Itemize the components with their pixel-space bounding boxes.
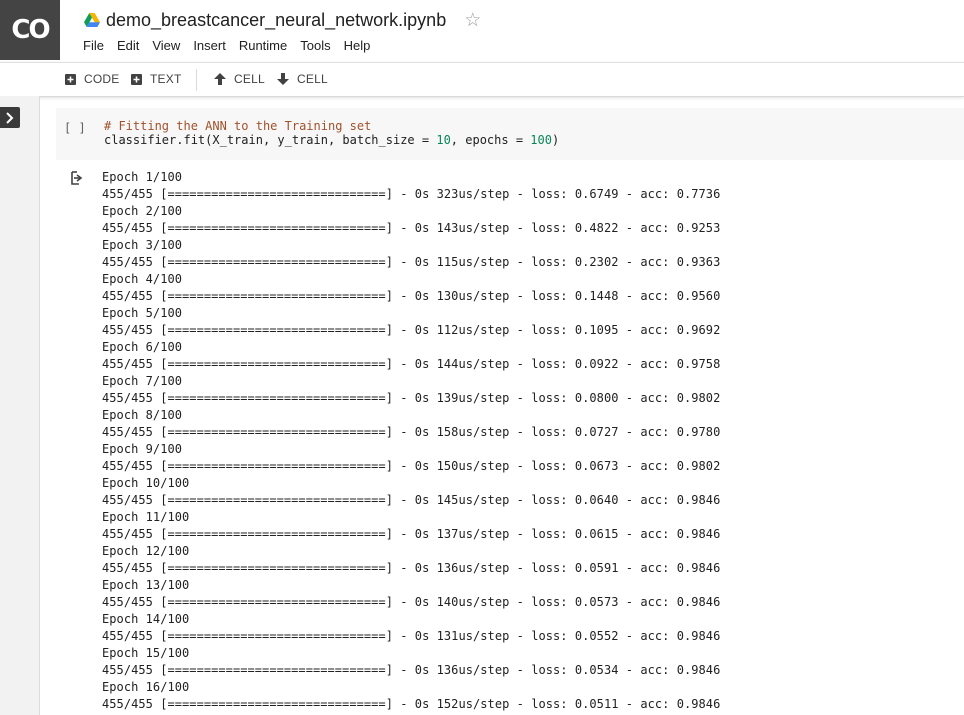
- epoch-header-line: Epoch 7/100: [102, 374, 183, 388]
- epoch-header-line: Epoch 1/100: [102, 170, 183, 184]
- epoch-header-line: Epoch 2/100: [102, 204, 183, 218]
- progress-line: 455/455 [==============================]…: [102, 527, 721, 541]
- run-cell-indicator[interactable]: [ ]: [64, 121, 86, 135]
- menu-insert[interactable]: Insert: [193, 38, 226, 56]
- add-code-label: CODE: [84, 72, 120, 86]
- top-bar: CO demo_breastcancer_neural_network.ipyn…: [0, 0, 964, 62]
- progress-line: 455/455 [==============================]…: [102, 357, 721, 371]
- arrow-up-icon: [214, 73, 226, 85]
- code-editor[interactable]: # Fitting the ANN to the Training set cla…: [104, 119, 559, 147]
- code-line: classifier.fit(X_train, y_train, batch_s…: [104, 133, 559, 147]
- code-prefix: classifier.fit(X_train, y_train, batch_s…: [104, 133, 437, 147]
- progress-line: 455/455 [==============================]…: [102, 459, 721, 473]
- plus-box-icon: [131, 73, 142, 85]
- menu-edit[interactable]: Edit: [117, 38, 139, 56]
- training-log: Epoch 1/100 455/455 [====================…: [102, 169, 720, 713]
- chevron-right-icon[interactable]: [0, 107, 20, 128]
- move-cell-up-label: CELL: [234, 72, 265, 86]
- menu-bar: File Edit View Insert Runtime Tools Help: [83, 38, 383, 56]
- code-middle: , epochs =: [450, 133, 531, 147]
- epoch-header-line: Epoch 4/100: [102, 272, 183, 286]
- star-outline-icon[interactable]: ☆: [464, 9, 481, 32]
- cell-output: Epoch 1/100 455/455 [====================…: [56, 166, 964, 715]
- add-text-button[interactable]: TEXT: [131, 71, 181, 87]
- menu-tools[interactable]: Tools: [300, 38, 330, 56]
- output-arrow-icon[interactable]: [70, 171, 86, 185]
- epoch-header-line: Epoch 15/100: [102, 646, 190, 660]
- code-suffix: ): [551, 133, 560, 147]
- epoch-header-line: Epoch 3/100: [102, 238, 183, 252]
- progress-line: 455/455 [==============================]…: [102, 595, 721, 609]
- toolbar-divider: [196, 69, 197, 91]
- progress-line: 455/455 [==============================]…: [102, 629, 721, 643]
- epoch-header-line: Epoch 8/100: [102, 408, 183, 422]
- menu-runtime[interactable]: Runtime: [239, 38, 287, 56]
- progress-line: 455/455 [==============================]…: [102, 663, 721, 677]
- progress-line: 455/455 [==============================]…: [102, 187, 721, 201]
- epoch-header-line: Epoch 9/100: [102, 442, 183, 456]
- progress-line: 455/455 [==============================]…: [102, 391, 721, 405]
- menu-file[interactable]: File: [83, 38, 104, 56]
- move-cell-down-button[interactable]: CELL: [277, 71, 328, 87]
- epoch-header-line: Epoch 13/100: [102, 578, 190, 592]
- menu-help[interactable]: Help: [344, 38, 371, 56]
- notebook-toolbar: CODE TEXT CELL CELL: [0, 62, 964, 97]
- code-batch-size: 10: [436, 133, 451, 147]
- epoch-header-line: Epoch 16/100: [102, 680, 190, 694]
- side-panel: [0, 96, 40, 715]
- arrow-down-icon: [277, 73, 289, 85]
- plus-box-icon: [65, 73, 76, 85]
- progress-line: 455/455 [==============================]…: [102, 561, 721, 575]
- code-cell[interactable]: [ ] # Fitting the ANN to the Training se…: [56, 108, 964, 160]
- add-text-label: TEXT: [150, 72, 182, 86]
- progress-line: 455/455 [==============================]…: [102, 323, 721, 337]
- move-cell-down-label: CELL: [297, 72, 328, 86]
- add-code-button[interactable]: CODE: [65, 71, 119, 87]
- epoch-header-line: Epoch 14/100: [102, 612, 190, 626]
- progress-line: 455/455 [==============================]…: [102, 255, 721, 269]
- progress-line: 455/455 [==============================]…: [102, 289, 721, 303]
- progress-line: 455/455 [==============================]…: [102, 425, 721, 439]
- logo-text: CO: [11, 15, 50, 45]
- progress-line: 455/455 [==============================]…: [102, 697, 721, 711]
- menu-view[interactable]: View: [152, 38, 180, 56]
- epoch-header-line: Epoch 5/100: [102, 306, 183, 320]
- epoch-header-line: Epoch 12/100: [102, 544, 190, 558]
- google-drive-icon: [84, 13, 100, 27]
- epoch-header-line: Epoch 10/100: [102, 476, 190, 490]
- notebook-title[interactable]: demo_breastcancer_neural_network.ipynb: [106, 10, 446, 31]
- progress-line: 455/455 [==============================]…: [102, 493, 721, 507]
- progress-line: 455/455 [==============================]…: [102, 221, 721, 235]
- code-comment: # Fitting the ANN to the Training set: [104, 119, 372, 133]
- epoch-header-line: Epoch 11/100: [102, 510, 190, 524]
- code-epochs: 100: [530, 133, 552, 147]
- title-row: demo_breastcancer_neural_network.ipynb ☆: [84, 8, 481, 32]
- colab-logo[interactable]: CO: [0, 0, 60, 60]
- move-cell-up-button[interactable]: CELL: [214, 71, 265, 87]
- epoch-header-line: Epoch 6/100: [102, 340, 183, 354]
